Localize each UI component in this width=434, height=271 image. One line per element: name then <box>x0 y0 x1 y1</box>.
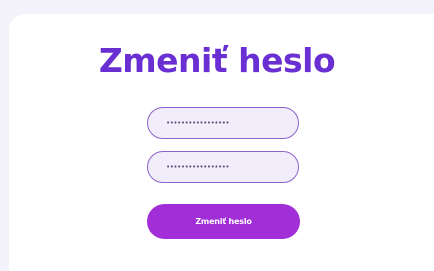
new-password-field[interactable]: ••••••••••••••••• <box>147 107 299 139</box>
confirm-password-value: ••••••••••••••••• <box>166 163 230 171</box>
change-password-button[interactable]: Zmeniť heslo <box>147 204 300 239</box>
confirm-password-field[interactable]: ••••••••••••••••• <box>147 151 299 183</box>
page-title: Zmeniť heslo <box>98 41 336 80</box>
new-password-value: ••••••••••••••••• <box>166 119 230 127</box>
